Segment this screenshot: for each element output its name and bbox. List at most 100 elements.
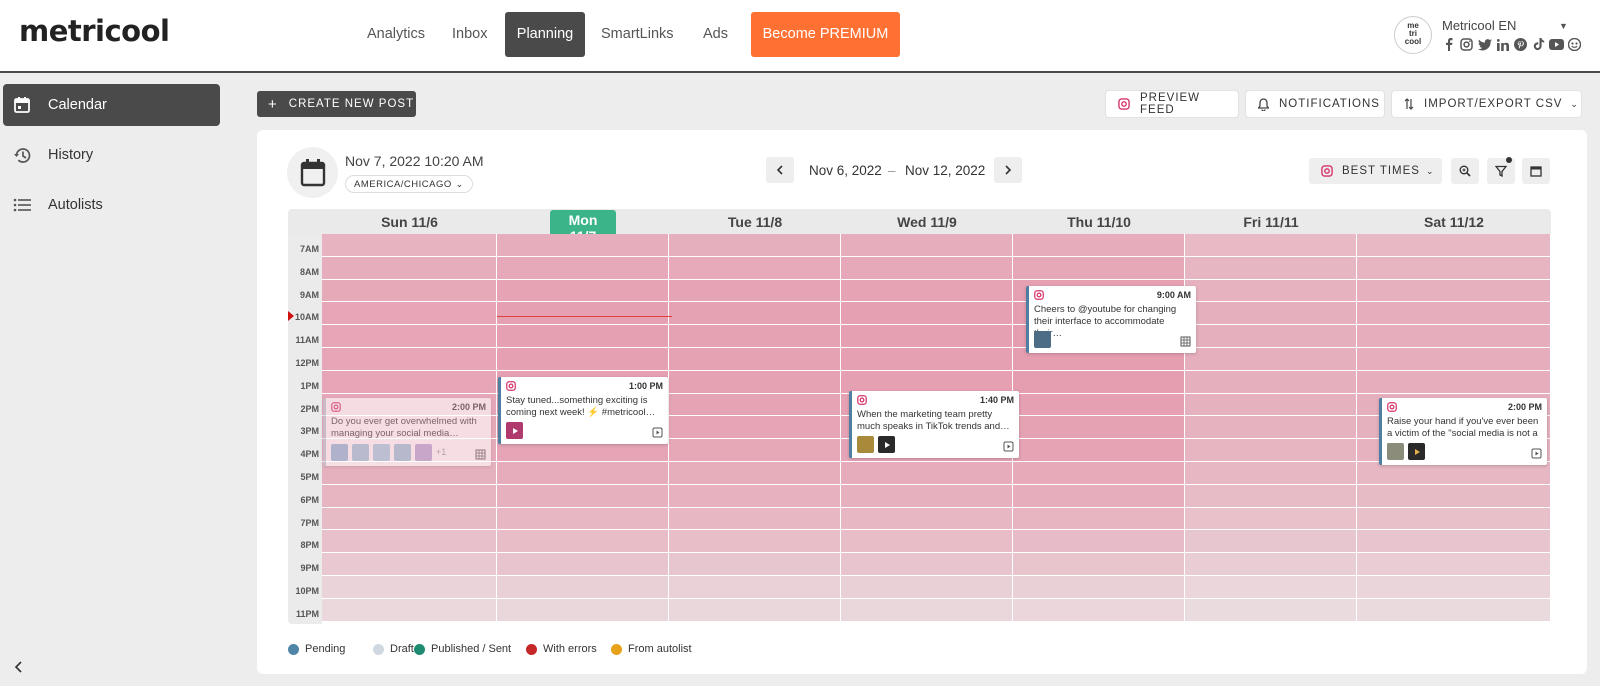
time-slot[interactable]: [841, 576, 1013, 599]
nav-smartlinks[interactable]: SmartLinks: [588, 12, 687, 57]
sidebar-item-autolists[interactable]: Autolists: [3, 184, 220, 226]
time-slot[interactable]: [1013, 598, 1185, 622]
collapse-sidebar-icon[interactable]: [12, 660, 26, 674]
nav-planning[interactable]: Planning: [505, 12, 585, 57]
time-slot[interactable]: [1013, 507, 1185, 531]
time-slot[interactable]: [497, 553, 669, 576]
time-slot[interactable]: [669, 348, 841, 371]
timezone-select[interactable]: AMERICA/CHICAGO ⌄: [345, 175, 473, 193]
youtube-icon[interactable]: [1549, 37, 1564, 52]
time-slot[interactable]: [497, 302, 669, 326]
time-slot[interactable]: [1013, 576, 1185, 599]
google-business-icon[interactable]: [1567, 37, 1582, 52]
time-slot[interactable]: [1185, 256, 1357, 280]
post-card-wed[interactable]: 1:40 PM When the marketing team pretty m…: [849, 391, 1019, 458]
time-slot[interactable]: [322, 279, 497, 303]
time-slot[interactable]: [497, 462, 669, 485]
calendar-view-button[interactable]: [1522, 158, 1550, 184]
time-slot[interactable]: [1185, 348, 1357, 371]
time-slot[interactable]: [669, 530, 841, 554]
time-slot[interactable]: [669, 279, 841, 303]
next-week-button[interactable]: [994, 157, 1022, 183]
time-slot[interactable]: [841, 325, 1013, 348]
time-slot[interactable]: [497, 598, 669, 622]
time-slot[interactable]: [1185, 234, 1357, 257]
time-slot[interactable]: [1185, 462, 1357, 485]
post-card-thu[interactable]: 9:00 AM Cheers to @youtube for changing …: [1026, 286, 1196, 353]
time-slot[interactable]: [1357, 530, 1551, 554]
time-slot[interactable]: [669, 598, 841, 622]
time-slot[interactable]: [1357, 576, 1551, 599]
time-slot[interactable]: [1357, 370, 1551, 394]
filter-button[interactable]: [1487, 157, 1515, 184]
time-slot[interactable]: [322, 484, 497, 508]
preview-feed-button[interactable]: PREVIEW FEED: [1106, 91, 1238, 117]
time-slot[interactable]: [1357, 507, 1551, 531]
previous-week-button[interactable]: [766, 157, 794, 183]
become-premium-button[interactable]: Become PREMIUM: [751, 12, 900, 57]
time-slot[interactable]: [841, 530, 1013, 554]
time-slot[interactable]: [1013, 553, 1185, 576]
time-slot[interactable]: [1013, 439, 1185, 462]
facebook-icon[interactable]: [1441, 37, 1456, 52]
time-slot[interactable]: [669, 576, 841, 599]
time-slot[interactable]: [669, 370, 841, 394]
time-slot[interactable]: [669, 256, 841, 280]
time-slot[interactable]: [1185, 484, 1357, 508]
time-slot[interactable]: [497, 484, 669, 508]
time-slot[interactable]: [497, 234, 669, 257]
time-slot[interactable]: [1013, 256, 1185, 280]
time-slot[interactable]: [841, 484, 1013, 508]
time-slot[interactable]: [497, 530, 669, 554]
pinterest-icon[interactable]: [1513, 37, 1528, 52]
time-slot[interactable]: [841, 462, 1013, 485]
tiktok-icon[interactable]: [1531, 37, 1546, 52]
zoom-button[interactable]: [1451, 158, 1479, 184]
nav-inbox[interactable]: Inbox: [439, 12, 500, 57]
time-slot[interactable]: [1013, 462, 1185, 485]
time-slot[interactable]: [1013, 530, 1185, 554]
instagram-icon[interactable]: [1459, 37, 1474, 52]
time-slot[interactable]: [1185, 553, 1357, 576]
linkedin-icon[interactable]: [1495, 37, 1510, 52]
time-slot[interactable]: [669, 302, 841, 326]
time-slot[interactable]: [1357, 348, 1551, 371]
account-avatar[interactable]: me tri cool: [1394, 16, 1432, 54]
post-card-sat[interactable]: 2:00 PM Raise your hand if you've ever b…: [1379, 398, 1547, 465]
time-slot[interactable]: [669, 507, 841, 531]
metricool-logo[interactable]: metricool: [19, 14, 170, 48]
time-slot[interactable]: [322, 576, 497, 599]
twitter-icon[interactable]: [1477, 37, 1492, 52]
create-new-post-button[interactable]: + CREATE NEW POST: [257, 91, 416, 117]
time-slot[interactable]: [1357, 325, 1551, 348]
time-slot[interactable]: [322, 530, 497, 554]
account-dropdown-icon[interactable]: ▼: [1559, 21, 1568, 31]
post-card-sun[interactable]: 2:00 PM Do you ever get overwhelmed with…: [323, 398, 491, 466]
time-slot[interactable]: [1185, 530, 1357, 554]
time-slot[interactable]: [497, 576, 669, 599]
nav-analytics[interactable]: Analytics: [354, 12, 438, 57]
time-slot[interactable]: [1185, 576, 1357, 599]
time-slot[interactable]: [841, 598, 1013, 622]
time-slot[interactable]: [1185, 279, 1357, 303]
import-export-csv-button[interactable]: IMPORT/EXPORT CSV ⌄: [1392, 91, 1581, 117]
range-start[interactable]: Nov 6, 2022: [809, 163, 882, 178]
time-slot[interactable]: [1357, 553, 1551, 576]
best-times-button[interactable]: BEST TIMES ⌄: [1309, 158, 1442, 184]
time-slot[interactable]: [1357, 484, 1551, 508]
time-slot[interactable]: [322, 553, 497, 576]
time-slot[interactable]: [1357, 302, 1551, 326]
time-slot[interactable]: [1357, 279, 1551, 303]
time-slot[interactable]: [1185, 302, 1357, 326]
time-slot[interactable]: [841, 348, 1013, 371]
time-slot[interactable]: [1185, 393, 1357, 417]
time-slot[interactable]: [841, 279, 1013, 303]
time-slot[interactable]: [841, 507, 1013, 531]
time-slot[interactable]: [669, 484, 841, 508]
time-slot[interactable]: [1185, 370, 1357, 394]
time-slot[interactable]: [669, 325, 841, 348]
account-name[interactable]: Metricool EN: [1442, 18, 1516, 33]
range-end[interactable]: Nov 12, 2022: [905, 163, 985, 178]
time-slot[interactable]: [841, 234, 1013, 257]
time-slot[interactable]: [322, 325, 497, 348]
